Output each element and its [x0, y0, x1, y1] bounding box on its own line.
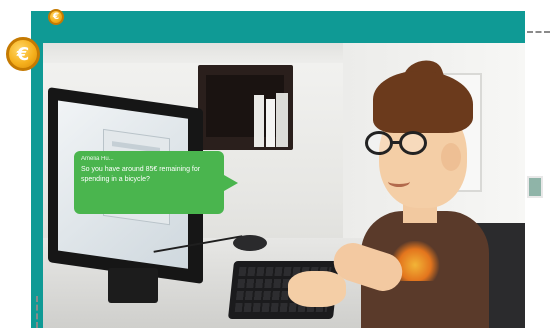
character-mouth [388, 176, 410, 187]
character-glasses [365, 131, 435, 159]
refresh-glyph: ↻ [526, 83, 544, 107]
menu-icon[interactable] [524, 48, 546, 70]
left-frame-strip [31, 43, 43, 328]
speech-speaker: Amelia Hu... [81, 156, 114, 162]
info-icon[interactable]: I [524, 226, 546, 248]
book [254, 95, 264, 147]
computer-mouse [233, 235, 267, 251]
book [266, 99, 275, 147]
coin-small-icon: € [48, 9, 64, 25]
glasses-lens-left [365, 131, 393, 155]
bottom-left-dashed-line [36, 296, 38, 328]
info-glyph: I [532, 230, 538, 244]
monitor-stand [108, 268, 158, 303]
top-bar [31, 11, 525, 43]
chat-icon[interactable] [524, 120, 546, 142]
character-hand [288, 271, 346, 307]
shelf-interior [206, 75, 288, 147]
book [276, 93, 288, 147]
wall-shelf [198, 65, 293, 150]
speech-bubble: Amelia Hu... So you have around 85€ rema… [74, 151, 238, 214]
character-ear [441, 143, 461, 171]
refresh-icon[interactable]: ↻ [524, 83, 546, 107]
coin-small-symbol: € [52, 12, 60, 22]
top-right-dashed-line [527, 31, 550, 33]
coin-large-icon: € [6, 37, 40, 71]
speech-message: So you have around 85€ remaining for spe… [81, 166, 201, 183]
calculator-icon[interactable] [524, 176, 546, 198]
glasses-lens-right [399, 131, 427, 155]
coin-large-symbol: € [16, 43, 30, 65]
right-toolbar: ↻ I [518, 43, 550, 328]
